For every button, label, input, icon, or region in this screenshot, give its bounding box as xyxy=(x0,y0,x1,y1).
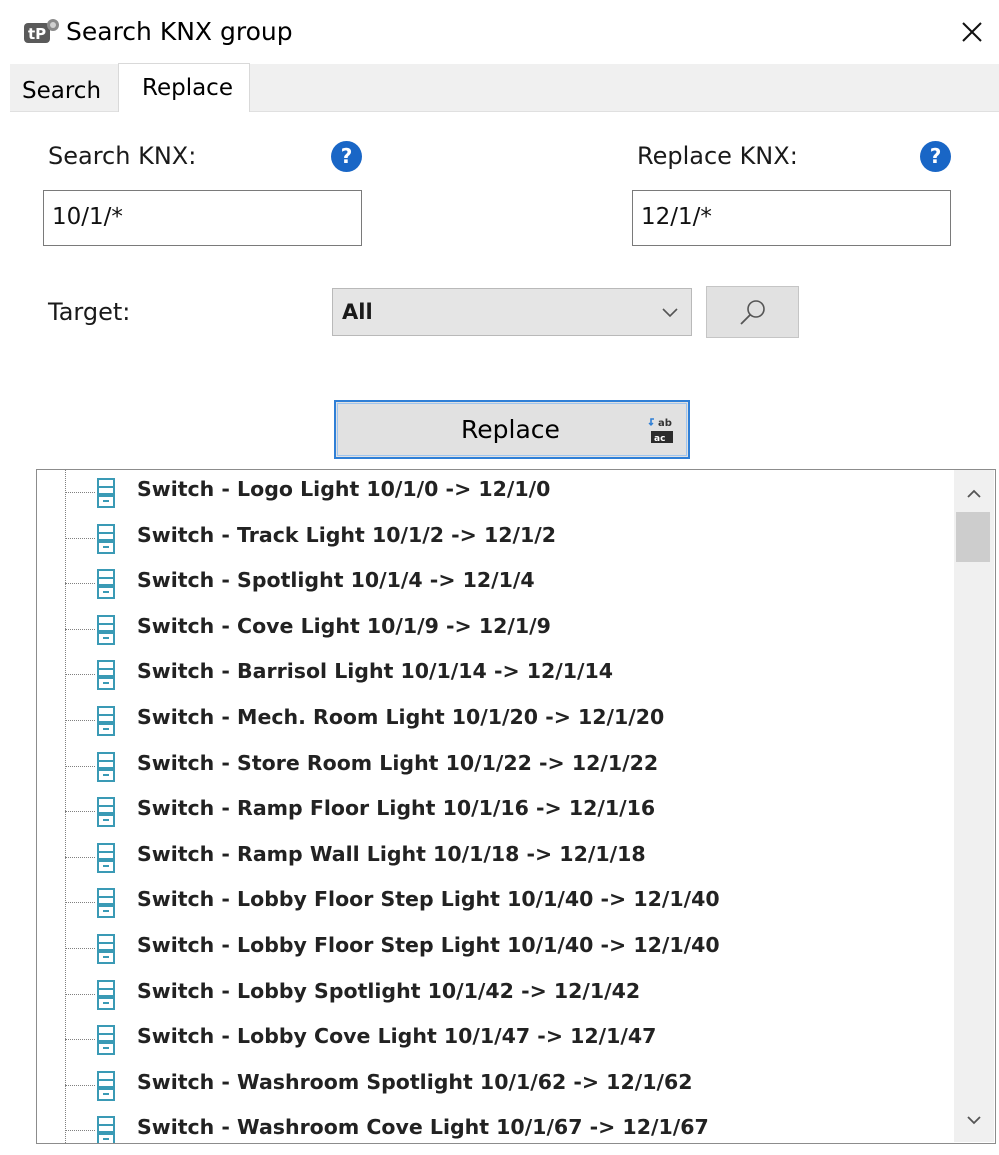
list-item-label: Switch - Store Room Light 10/1/22 -> 12/… xyxy=(129,743,667,789)
scrollbar-thumb[interactable] xyxy=(956,512,990,562)
list-item-label: Switch - Lobby Floor Step Light 10/1/40 … xyxy=(129,880,728,926)
search-knx-input[interactable]: 10/1/* xyxy=(43,190,362,246)
list-item[interactable]: Switch - Lobby Spotlight 10/1/42 -> 12/1… xyxy=(37,971,952,1017)
group-address-icon xyxy=(97,1116,115,1143)
svg-text:ab: ab xyxy=(658,418,672,429)
list-item[interactable]: Switch - Store Room Light 10/1/22 -> 12/… xyxy=(37,743,952,789)
group-address-icon xyxy=(97,614,115,645)
replace-knx-label: Replace KNX: xyxy=(637,142,798,170)
group-address-icon xyxy=(97,660,115,691)
tab-strip: Search Replace xyxy=(10,63,999,112)
group-address-icon xyxy=(97,706,115,736)
tree-connector xyxy=(65,583,95,585)
list-item-label: Switch - Barrisol Light 10/1/14 -> 12/1/… xyxy=(129,652,622,698)
replace-knx-input[interactable]: 12/1/* xyxy=(632,190,951,246)
group-address-icon xyxy=(97,888,115,919)
group-address-icon xyxy=(97,478,115,508)
group-address-icon xyxy=(97,934,115,964)
list-item-label: Switch - Spotlight 10/1/4 -> 12/1/4 xyxy=(129,561,543,607)
tree-connector xyxy=(65,492,95,493)
list-item-label: Switch - Washroom Spotlight 10/1/62 -> 1… xyxy=(129,1062,701,1108)
vertical-scrollbar[interactable] xyxy=(954,470,994,1142)
list-item[interactable]: Switch - Washroom Spotlight 10/1/62 -> 1… xyxy=(37,1062,952,1108)
tree-connector xyxy=(65,674,95,676)
tree-connector xyxy=(65,902,95,904)
tree-connector xyxy=(65,1084,95,1086)
close-button[interactable] xyxy=(950,10,994,54)
close-icon xyxy=(962,22,982,42)
tree-connector xyxy=(65,1130,95,1132)
search-help-icon[interactable]: ? xyxy=(331,141,362,172)
tree-connector xyxy=(65,537,95,539)
group-address-icon xyxy=(97,751,115,782)
group-address-icon xyxy=(97,1025,115,1056)
list-item[interactable]: Switch - Spotlight 10/1/4 -> 12/1/4 xyxy=(37,561,952,607)
search-icon xyxy=(740,300,765,325)
list-item-label: Switch - Ramp Floor Light 10/1/16 -> 12/… xyxy=(129,789,664,835)
tree-connector xyxy=(65,628,95,630)
search-knx-label: Search KNX: xyxy=(48,142,197,170)
scroll-up-arrow-icon[interactable] xyxy=(954,478,994,508)
tree-connector xyxy=(65,1039,95,1041)
target-label: Target: xyxy=(48,298,131,326)
list-item-label: Switch - Cove Light 10/1/9 -> 12/1/9 xyxy=(129,606,559,652)
target-select-value: All xyxy=(342,300,373,324)
replace-button-label: Replace xyxy=(461,415,560,444)
window-title: Search KNX group xyxy=(66,17,293,46)
list-item[interactable]: Switch - Ramp Wall Light 10/1/18 -> 12/1… xyxy=(37,834,952,880)
list-item[interactable]: Switch - Lobby Floor Step Light 10/1/40 … xyxy=(37,880,952,926)
tree-connector xyxy=(65,856,95,858)
tree-connector xyxy=(65,993,95,995)
results-tree[interactable]: Switch - Logo Light 10/1/0 -> 12/1/0 Swit… xyxy=(36,469,996,1144)
list-item-label: Switch - Logo Light 10/1/0 -> 12/1/0 xyxy=(129,470,559,515)
list-item-label: Switch - Lobby Floor Step Light 10/1/40 … xyxy=(129,926,728,971)
list-item[interactable]: Switch - Mech. Room Light 10/1/20 -> 12/… xyxy=(37,698,952,743)
list-item-label: Switch - Washroom Cove Light 10/1/67 -> … xyxy=(129,1108,717,1143)
group-address-icon xyxy=(97,523,115,554)
list-item-label: Switch - Ramp Wall Light 10/1/18 -> 12/1… xyxy=(129,834,654,880)
list-item[interactable]: Switch - Cove Light 10/1/9 -> 12/1/9 xyxy=(37,606,952,652)
list-item-label: Switch - Lobby Spotlight 10/1/42 -> 12/1… xyxy=(129,971,649,1017)
scroll-down-arrow-icon[interactable] xyxy=(954,1106,994,1136)
tab-search[interactable]: Search xyxy=(22,76,101,106)
tree-connector xyxy=(65,948,95,949)
list-item[interactable]: Switch - Track Light 10/1/2 -> 12/1/2 xyxy=(37,515,952,561)
list-item[interactable]: Switch - Lobby Cove Light 10/1/47 -> 12/… xyxy=(37,1017,952,1063)
title-bar: tP Search KNX group xyxy=(0,0,999,64)
replace-text-icon: ab ac xyxy=(648,418,673,444)
list-item-label: Switch - Track Light 10/1/2 -> 12/1/2 xyxy=(129,515,564,561)
tree-connector xyxy=(65,720,95,721)
search-button[interactable] xyxy=(706,286,799,338)
list-item-label: Switch - Lobby Cove Light 10/1/47 -> 12/… xyxy=(129,1017,665,1063)
list-item[interactable]: Switch - Barrisol Light 10/1/14 -> 12/1/… xyxy=(37,652,952,698)
target-select[interactable]: All xyxy=(332,288,692,336)
group-address-icon xyxy=(97,842,115,873)
list-item-label: Switch - Mech. Room Light 10/1/20 -> 12/… xyxy=(129,698,673,743)
tree-connector xyxy=(65,811,95,813)
tp-app-icon: tP xyxy=(24,19,59,43)
list-item[interactable]: Switch - Lobby Floor Step Light 10/1/40 … xyxy=(37,926,952,971)
chevron-down-icon xyxy=(662,308,678,318)
list-item[interactable]: Switch - Ramp Floor Light 10/1/16 -> 12/… xyxy=(37,789,952,835)
tab-replace[interactable]: Replace xyxy=(118,63,250,112)
list-item[interactable]: Switch - Washroom Cove Light 10/1/67 -> … xyxy=(37,1108,952,1143)
svg-text:ac: ac xyxy=(654,434,665,444)
group-address-icon xyxy=(97,797,115,828)
replace-button[interactable]: Replace ab ac xyxy=(334,400,690,459)
list-item[interactable]: Switch - Logo Light 10/1/0 -> 12/1/0 xyxy=(37,470,952,515)
tree-connector xyxy=(65,765,95,767)
group-address-icon xyxy=(97,1070,115,1101)
group-address-icon xyxy=(97,569,115,600)
group-address-icon xyxy=(97,979,115,1010)
svg-text:tP: tP xyxy=(28,25,46,43)
replace-help-icon[interactable]: ? xyxy=(920,141,951,172)
